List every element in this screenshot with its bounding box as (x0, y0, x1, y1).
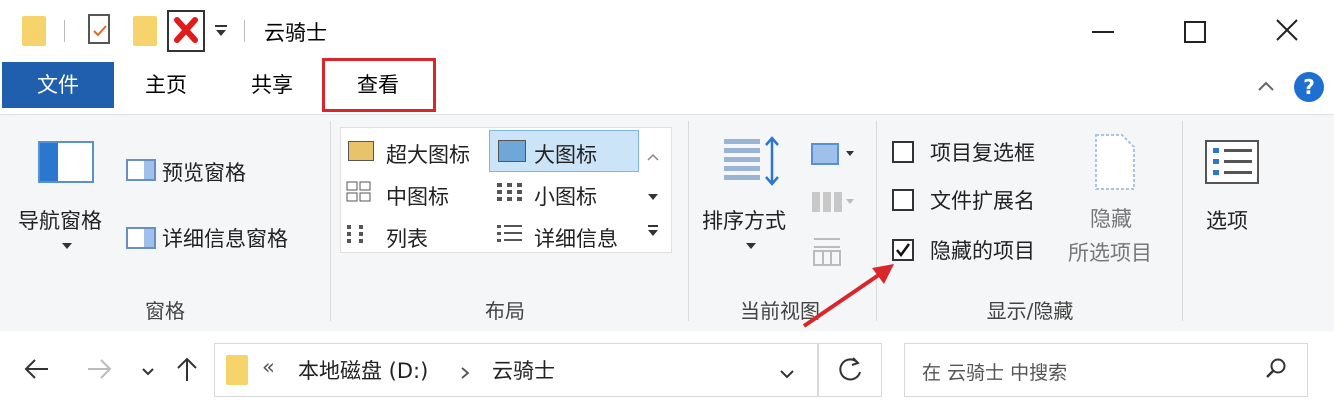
tab-share[interactable]: 共享 (224, 62, 320, 108)
forward-button[interactable] (84, 357, 114, 381)
hidden-items-label: 隐藏的项目 (930, 239, 1035, 263)
preview-pane-icon (126, 159, 156, 181)
add-columns-icon[interactable] (810, 189, 856, 215)
details-pane-button[interactable]: 详细信息窗格 (162, 223, 288, 253)
hide-selected-button-line1[interactable]: 隐藏 (1090, 203, 1132, 233)
item-checkboxes-checkbox[interactable] (892, 141, 914, 163)
forward-arrow-icon (88, 359, 112, 379)
minimize-icon (1092, 31, 1114, 33)
maximize-button[interactable] (1170, 12, 1220, 50)
annotation-arrow (802, 264, 894, 328)
chevron-down-icon (142, 368, 154, 376)
breadcrumb-drive[interactable]: 本地磁盘 (D:) (298, 355, 428, 385)
medium-icons-icon (346, 181, 372, 203)
sort-by-icon (722, 135, 782, 191)
back-button[interactable] (22, 357, 52, 381)
details-icon (496, 223, 524, 245)
folder-icon[interactable] (22, 16, 46, 46)
group-by-icon[interactable] (810, 141, 856, 167)
file-extensions-label: 文件扩展名 (930, 189, 1035, 213)
list-icon (346, 223, 372, 245)
small-icons-icon (496, 181, 524, 203)
window-title: 云骑士 (264, 21, 327, 45)
delete-icon[interactable] (167, 10, 205, 52)
file-extensions-checkbox[interactable] (892, 189, 914, 211)
tab-home[interactable]: 主页 (118, 62, 214, 108)
group-label-layout: 布局 (485, 299, 525, 323)
refresh-button[interactable] (818, 343, 882, 397)
layout-small-icons[interactable]: 小图标 (534, 181, 597, 211)
new-folder-icon[interactable] (133, 16, 157, 46)
breadcrumb-folder[interactable]: 云骑士 (492, 355, 555, 385)
layout-medium-icons[interactable]: 中图标 (386, 181, 449, 211)
sort-by-button[interactable]: 排序方式 (702, 205, 786, 235)
dropdown-arrow-icon[interactable] (746, 235, 756, 249)
layout-details[interactable]: 详细信息 (534, 223, 618, 253)
recent-locations-button[interactable] (140, 363, 156, 376)
layout-extra-large-icons[interactable]: 超大图标 (386, 139, 470, 169)
gallery-expand-icon[interactable] (646, 223, 660, 239)
ribbon-view: 导航窗格 预览窗格 详细信息窗格 窗格 超大图标 大图标 中图标 小图标 列表 … (0, 114, 1334, 332)
customize-toolbar-icon[interactable] (214, 22, 228, 38)
close-icon (1276, 19, 1298, 41)
properties-icon[interactable] (88, 14, 110, 44)
navigation-pane-icon (38, 141, 94, 183)
refresh-icon (839, 357, 861, 381)
options-button[interactable]: 选项 (1206, 205, 1248, 235)
breadcrumb-overflow[interactable]: « (262, 355, 275, 379)
hide-selected-button-line2[interactable]: 所选项目 (1068, 237, 1152, 267)
maximize-icon (1184, 21, 1206, 43)
layout-large-icons[interactable]: 大图标 (534, 139, 597, 169)
dropdown-arrow-icon[interactable] (62, 235, 72, 249)
item-checkboxes-label: 项目复选框 (930, 141, 1035, 165)
options-icon (1204, 139, 1260, 185)
minimize-button[interactable] (1080, 12, 1130, 50)
group-label-show-hide: 显示/隐藏 (986, 299, 1074, 323)
help-icon[interactable]: ? (1294, 72, 1324, 102)
layout-list[interactable]: 列表 (386, 223, 428, 253)
tab-file[interactable]: 文件 (2, 62, 114, 108)
back-arrow-icon (24, 359, 48, 379)
navigation-pane-button[interactable]: 导航窗格 (18, 205, 102, 235)
extra-large-icons-icon (348, 141, 374, 161)
search-icon[interactable] (1264, 357, 1288, 381)
folder-icon (226, 355, 248, 385)
large-icons-icon (498, 140, 526, 162)
up-arrow-icon (177, 357, 197, 381)
search-input[interactable]: 在 云骑士 中搜索 (922, 358, 1067, 385)
close-button[interactable] (1262, 12, 1312, 50)
breadcrumb-separator-icon[interactable] (460, 365, 470, 379)
highlight-box (322, 58, 436, 112)
up-button[interactable] (174, 355, 200, 383)
preview-pane-button[interactable]: 预览窗格 (162, 157, 246, 187)
details-pane-icon (126, 227, 156, 249)
title-bar: 云骑士 (0, 0, 1334, 62)
address-history-icon[interactable] (778, 365, 796, 379)
group-label-panes: 窗格 (145, 299, 185, 323)
address-row: « 本地磁盘 (D:) 云骑士 在 云骑士 中搜索 (0, 331, 1334, 402)
gallery-scroll-up-icon[interactable] (646, 147, 660, 161)
gallery-scroll-down-icon[interactable] (646, 187, 660, 200)
collapse-ribbon-icon[interactable] (1256, 78, 1276, 92)
hide-selected-icon (1092, 133, 1138, 191)
